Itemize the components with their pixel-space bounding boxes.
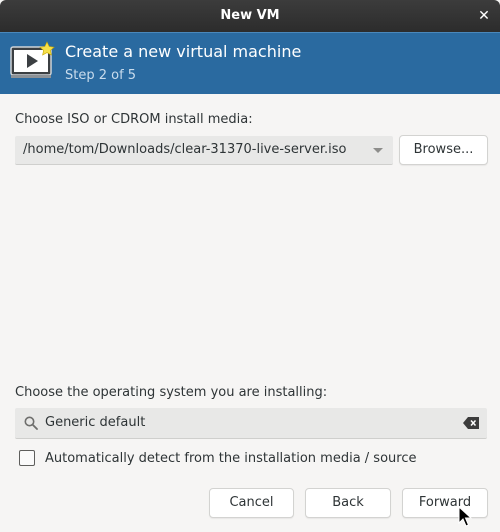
install-media-value: /home/tom/Downloads/clear-31370-live-ser… <box>23 142 347 157</box>
close-button[interactable]: ✕ <box>474 6 494 26</box>
install-media-combo[interactable]: /home/tom/Downloads/clear-31370-live-ser… <box>15 136 393 165</box>
os-selection-label: Choose the operating system you are inst… <box>15 385 328 400</box>
os-search-value: Generic default <box>45 415 146 430</box>
browse-button[interactable]: Browse... <box>399 135 488 165</box>
back-button[interactable]: Back <box>305 488 391 518</box>
forward-button[interactable]: Forward <box>402 488 488 518</box>
search-icon <box>24 416 38 430</box>
wizard-step: Step 2 of 5 <box>65 68 137 83</box>
titlebar: New VM ✕ <box>0 0 500 32</box>
wizard-heading: Create a new virtual machine <box>65 42 302 61</box>
vm-monitor-icon <box>10 41 55 78</box>
clear-text-icon[interactable] <box>463 417 479 429</box>
chevron-down-icon <box>373 148 383 153</box>
auto-detect-checkbox[interactable] <box>19 450 35 466</box>
close-icon: ✕ <box>478 8 490 24</box>
install-media-label: Choose ISO or CDROM install media: <box>15 112 253 127</box>
wizard-header: Create a new virtual machine Step 2 of 5 <box>0 32 500 94</box>
window-title: New VM <box>220 8 280 23</box>
cancel-button[interactable]: Cancel <box>209 488 294 518</box>
new-vm-dialog: New VM ✕ Create a new virtual machine St… <box>0 0 500 532</box>
os-search-input[interactable]: Generic default <box>15 408 487 439</box>
mouse-pointer-icon <box>458 506 472 527</box>
auto-detect-label[interactable]: Automatically detect from the installati… <box>45 451 416 466</box>
